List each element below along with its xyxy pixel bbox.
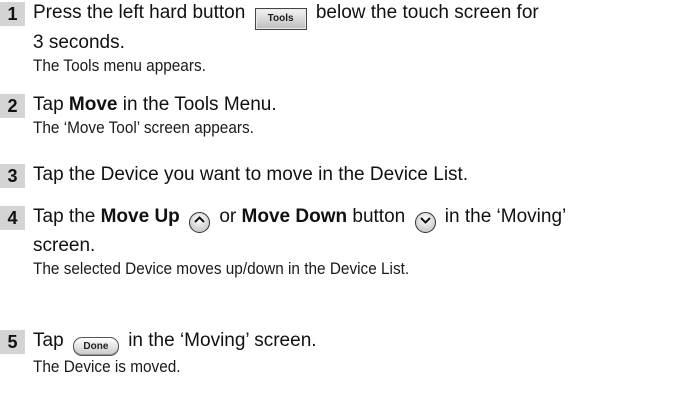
instruction-text: below the touch screen for	[315, 2, 539, 23]
instruction-continued: 3 seconds.	[33, 32, 125, 53]
step-number: 5	[0, 330, 25, 354]
chevron-up-icon	[189, 212, 211, 233]
instruction: Tap Move in the Tools Menu.	[33, 92, 690, 117]
instruction: Tap the Device you want to move in the D…	[33, 164, 469, 185]
instruction: Tap the Move Up or Move Down button in t…	[33, 204, 690, 233]
instruction-text: Tap the	[33, 206, 96, 227]
instruction: Press the left hard button Tools below t…	[33, 0, 690, 30]
instruction-text: in the ‘Moving’	[444, 206, 567, 227]
instruction-text: in the ‘Moving’ screen.	[128, 330, 317, 351]
instruction-continued: screen.	[33, 235, 96, 256]
instruction-text: Press the left hard button	[33, 2, 246, 23]
instruction-text: in the Tools Menu.	[122, 94, 277, 115]
step-body: Tap Move in the Tools Menu. The ‘Move To…	[33, 92, 690, 139]
done-button-icon: Done	[72, 337, 119, 356]
instruction-text: Tap	[33, 330, 64, 351]
tools-button-icon: Tools	[254, 8, 307, 30]
result-text: The selected Device moves up/down in the…	[33, 260, 410, 278]
instruction: Tap Done in the ‘Moving’ screen.	[33, 328, 690, 356]
step-number: 1	[0, 2, 25, 26]
move-down-label: Move Down	[241, 206, 348, 227]
step-body: Tap the Move Up or Move Down button in t…	[33, 204, 690, 280]
step-number: 4	[0, 206, 25, 230]
step-body: Tap Done in the ‘Moving’ screen. The Dev…	[33, 328, 690, 378]
instruction-text: Tap	[33, 94, 64, 115]
chevron-down-icon	[414, 212, 436, 233]
result-text: The Tools menu appears.	[33, 57, 206, 75]
step-number: 2	[0, 94, 25, 118]
move-label: Move	[68, 94, 118, 115]
instruction-text: or	[219, 206, 237, 227]
instruction-text: button	[352, 206, 406, 227]
step-body: Tap the Device you want to move in the D…	[33, 162, 690, 187]
result-text: The Device is moved.	[33, 358, 181, 376]
result-text: The ‘Move Tool’ screen appears.	[33, 119, 254, 137]
move-up-label: Move Up	[100, 206, 180, 227]
step-number: 3	[0, 164, 25, 188]
step-body: Press the left hard button Tools below t…	[33, 0, 690, 77]
